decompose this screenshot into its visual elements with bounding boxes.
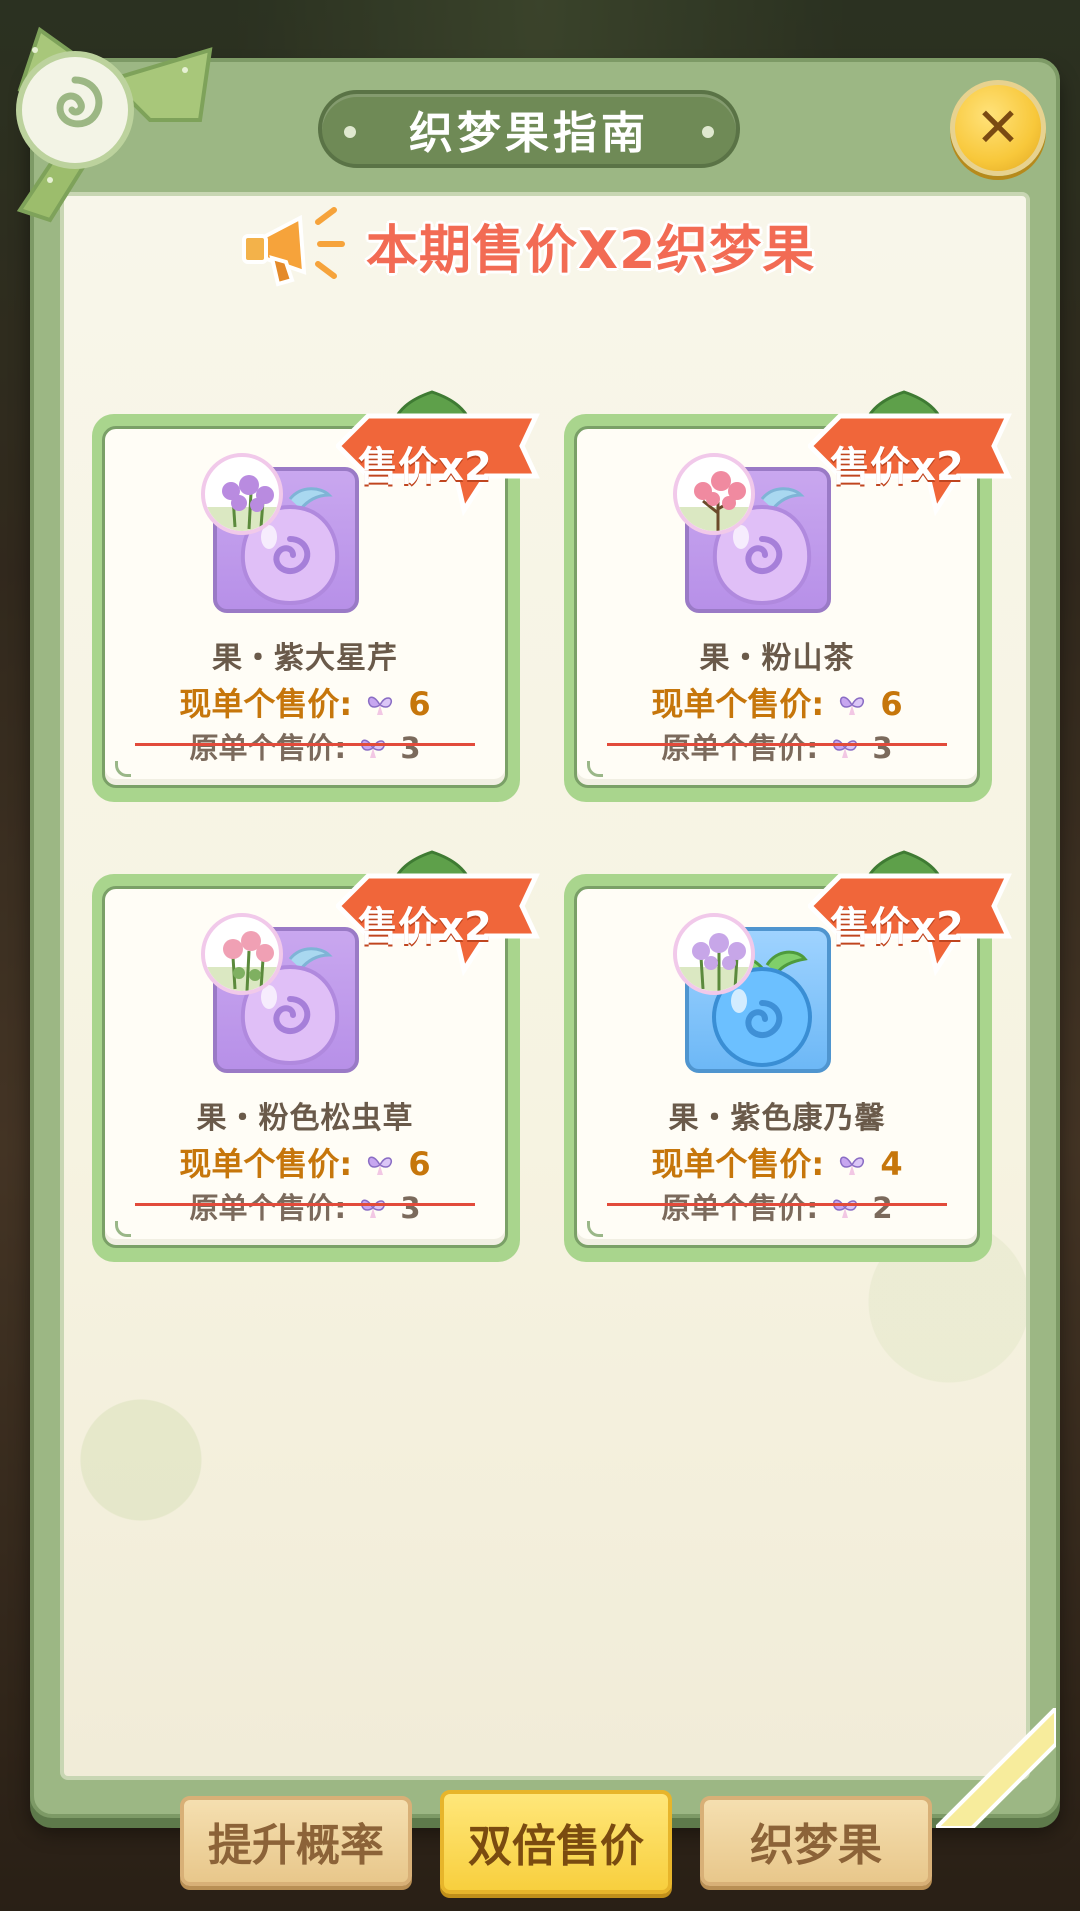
flower-badge-icon [201,453,283,535]
current-price-label: 现单个售价: [651,1145,825,1183]
current-price: 现单个售价: 4 [577,1139,977,1185]
strikethrough-line [607,1203,947,1206]
fruit-card[interactable]: 果・紫色康乃馨 现单个售价: 4 原单个售价: 2 售价x2 [564,850,1012,1262]
tab-double-price[interactable]: 双倍售价 [440,1790,672,1894]
fruit-card[interactable]: 果・粉色松虫草 现单个售价: 6 原单个售价: 3 售价x2 [92,850,540,1262]
current-price: 现单个售价: 6 [105,679,505,725]
dialog-title-bar: 织梦果指南 [318,90,740,168]
butterfly-currency-icon [840,1156,865,1175]
butterfly-currency-icon [840,696,865,715]
current-price: 现单个售价: 6 [105,1139,505,1185]
original-price-value: 3 [400,731,421,765]
tab-label: 提升概率 [208,1820,384,1871]
sale-tag-label: 售价x2 [830,444,964,490]
sale-tag-label: 售价x2 [358,444,492,490]
title-dot-right [702,126,714,138]
butterfly-currency-icon [368,696,393,715]
ribbon-bow-icon [16,26,213,223]
current-price-value: 6 [408,1145,431,1183]
current-price-label: 现单个售价: [651,685,825,723]
tab-boost-probability[interactable]: 提升概率 [180,1796,412,1886]
current-price: 现单个售价: 6 [577,679,977,725]
promo-banner: 本期售价X2织梦果 [238,200,858,290]
original-price: 原单个售价: 3 [105,1185,505,1227]
tab-dream-fruit[interactable]: 织梦果 [700,1796,932,1886]
original-price-value: 3 [872,731,893,765]
megaphone-icon [242,207,345,287]
original-price-label: 原单个售价: [661,731,819,765]
close-button[interactable]: ✕ [950,80,1046,176]
strikethrough-line [135,743,475,746]
butterfly-currency-icon [368,1156,393,1175]
sale-tag-label: 售价x2 [830,904,964,950]
banner-heading: 本期售价X2织梦果 [366,220,816,281]
fruit-name: 果・紫色康乃馨 [668,1101,886,1136]
fruit-card[interactable]: 果・紫大星芹 现单个售价: 6 原单个售价: 3 售价x2 [92,390,540,802]
original-price-label: 原单个售价: [189,1191,347,1225]
strikethrough-line [135,1203,475,1206]
strikethrough-line [607,743,947,746]
tab-label: 双倍售价 [468,1821,644,1872]
flower-badge-icon [673,453,755,535]
butterfly-currency-icon [361,739,386,758]
corner-ribbon-icon [936,1708,1056,1828]
fruit-card[interactable]: 果・粉山茶 现单个售价: 6 原单个售价: 3 售价x2 [564,390,1012,802]
fruit-name: 果・紫大星芹 [212,641,398,676]
title-dot-left [344,126,356,138]
original-price: 原单个售价: 3 [577,725,977,767]
dialog-title: 织梦果指南 [409,108,649,159]
butterfly-currency-icon [361,1199,386,1218]
flower-badge-icon [201,913,283,995]
current-price-value: 6 [880,685,903,723]
close-icon: ✕ [975,96,1021,159]
original-price: 原单个售价: 2 [577,1185,977,1227]
original-price-label: 原单个售价: [189,731,347,765]
current-price-value: 6 [408,685,431,723]
butterfly-currency-icon [833,1199,858,1218]
butterfly-currency-icon [833,739,858,758]
current-price-label: 现单个售价: [179,1145,353,1183]
original-price-value: 2 [872,1191,893,1225]
original-price: 原单个售价: 3 [105,725,505,767]
original-price-label: 原单个售价: [661,1191,819,1225]
fruit-name: 果・粉色松虫草 [196,1101,414,1136]
current-price-value: 4 [880,1145,903,1183]
original-price-value: 3 [400,1191,421,1225]
flower-badge-icon [673,913,755,995]
current-price-label: 现单个售价: [179,685,353,723]
tab-label: 织梦果 [750,1820,882,1871]
sale-tag-label: 售价x2 [358,904,492,950]
fruit-name: 果・粉山茶 [699,641,855,676]
